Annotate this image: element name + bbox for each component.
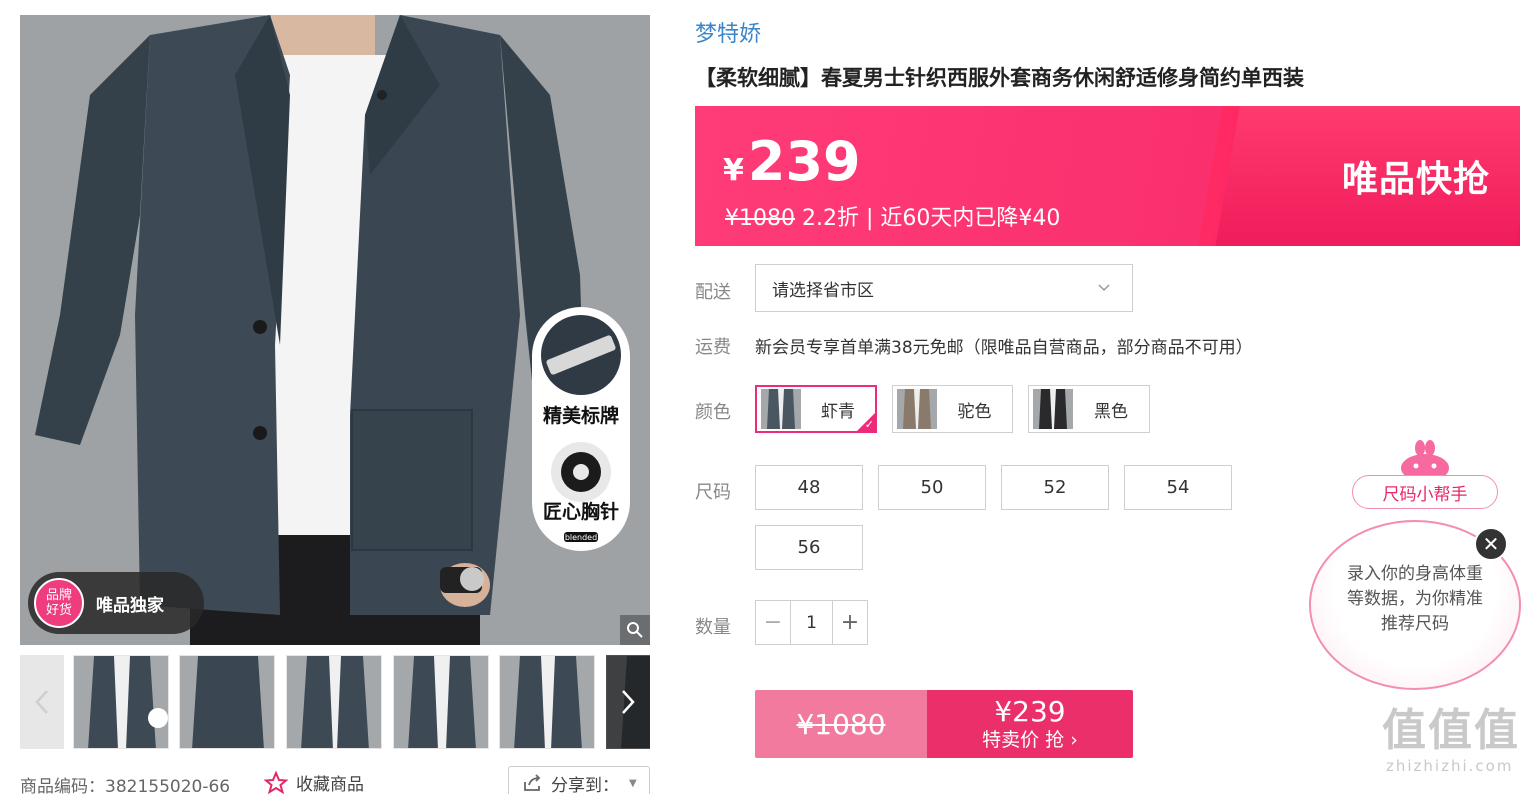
shipping-label: 运费 [695,337,731,358]
favorite-button[interactable]: 收藏商品 [264,770,364,794]
thumb-prev-button[interactable] [20,655,64,749]
region-select-value: 请选择省市区 [772,280,874,301]
size-helper-text: 录入你的身高体重等数据，为你精准推荐尺码 [1347,564,1483,634]
size-helper-button[interactable]: 尺码小帮手 [1352,475,1498,509]
badge-line-1: 品牌 [45,588,72,603]
price-drop-note: 近60天内已降¥40 [880,206,1061,231]
size-option-50[interactable]: 50 [878,465,986,510]
color-option-1[interactable]: 虾青 ✓ [755,385,877,433]
chevron-down-icon [1098,284,1110,292]
quantity-increase-button[interactable]: + [833,601,867,644]
watermark-url: zhizhizhi.com [1386,757,1514,775]
brand-good-circle: 品牌 好货 [34,578,84,628]
buy-original-price: ¥1080 [755,690,927,758]
size-option-54[interactable]: 54 [1124,465,1232,510]
color-swatch [1033,389,1073,429]
watermark-logo: 值值值 [1382,705,1520,756]
size-option-52[interactable]: 52 [1001,465,1109,510]
color-swatch [897,389,937,429]
buy-action: 特卖价 抢 › [982,728,1078,752]
chevron-right-icon [622,690,635,714]
main-product-image[interactable]: 品牌 好货 唯品独家 精美标牌 匠心胸针 blended [20,15,650,645]
color-name: 驼色 [957,401,992,422]
mascot-icon [1401,440,1449,480]
price-details: ¥1080 2.2折 | 近60天内已降¥40 [725,200,1060,232]
original-price: ¥1080 [725,206,795,231]
currency-symbol: ¥ [723,153,744,188]
check-icon: ✓ [864,418,874,431]
feature-label-2-small: blended [564,533,598,542]
buy-action-label: 特卖价 抢 [982,729,1065,751]
feature-pill: 精美标牌 匠心胸针 blended [532,307,630,551]
quantity-stepper: − 1 + [755,600,868,645]
thumbnail-image [287,656,381,748]
favorite-label: 收藏商品 [296,775,364,794]
thumbnail-image [500,656,594,748]
size-label: 尺码 [695,482,731,503]
flash-sale-label: 唯品快抢 [1341,159,1490,200]
price-value: 239 [747,130,861,193]
sku-code: 商品编码：382155020-66 [20,777,231,794]
star-icon [264,770,288,794]
share-label: 分享到： [551,775,619,794]
size-option-56[interactable]: 56 [755,525,863,570]
buy-price: ¥239 [994,695,1066,728]
feature-label-2: 匠心胸针 [542,501,619,523]
color-swatch [761,389,801,429]
color-option-2[interactable]: 驼色 [892,385,1013,433]
color-option-3[interactable]: 黑色 [1028,385,1150,433]
badge-line-2: 好货 [45,603,72,618]
separator: | [866,206,874,231]
color-label: 颜色 [695,402,731,423]
size-option-48[interactable]: 48 [755,465,863,510]
thumbnail-strip [20,655,650,749]
share-button[interactable]: 分享到： ▼ [508,766,650,794]
zoom-icon [627,622,643,638]
thumbnail-image [74,656,168,748]
feature-label-1: 精美标牌 [542,405,619,427]
thumbnail-4[interactable] [393,655,489,749]
exclusive-badge: 品牌 好货 唯品独家 [28,572,204,634]
buy-now-button[interactable]: ¥239 特卖价 抢 › [927,690,1133,758]
zoom-button[interactable] [620,615,650,645]
quantity-input[interactable]: 1 [790,601,833,644]
buy-bar: ¥1080 ¥239 特卖价 抢 › [755,690,1133,758]
thumbnail-1[interactable] [73,655,169,749]
discount: 2.2折 [802,206,859,231]
thumbnail-2[interactable] [179,655,275,749]
thumbnail-5[interactable] [499,655,595,749]
product-title: 【柔软细腻】春夏男士针织西服外套商务休闲舒适修身简约单西装 [695,66,1304,90]
brand-link[interactable]: 梦特娇 [695,16,761,48]
thumbnail-image [394,656,488,748]
region-select[interactable]: 请选择省市区 [755,264,1133,312]
product-meta-bar: 商品编码：382155020-66 收藏商品 分享到： ▼ [20,766,650,794]
quantity-decrease-button[interactable]: − [756,601,790,644]
quantity-label: 数量 [695,617,731,638]
exclusive-text: 唯品独家 [96,595,164,616]
thumbnail-image [180,656,274,748]
close-icon[interactable]: ✕ [1474,527,1508,561]
share-icon [524,774,541,791]
thumbnail-3[interactable] [286,655,382,749]
current-price: ¥ 239 [723,130,861,193]
thumb-next-button[interactable] [606,655,650,749]
caret-down-icon: ▼ [629,777,637,789]
price-banner: ¥ 239 ¥1080 2.2折 | 近60天内已降¥40 唯品快抢 [695,106,1520,246]
delivery-label: 配送 [695,282,731,303]
shipping-text: 新会员专享首单满38元免邮（限唯品自营商品，部分商品不可用） [755,338,1253,358]
chevron-left-icon [35,690,48,714]
color-name: 黑色 [1094,401,1128,422]
watermark: 值值值 zhizhizhi.com [1382,705,1520,775]
chevron-right-icon: › [1070,729,1078,751]
